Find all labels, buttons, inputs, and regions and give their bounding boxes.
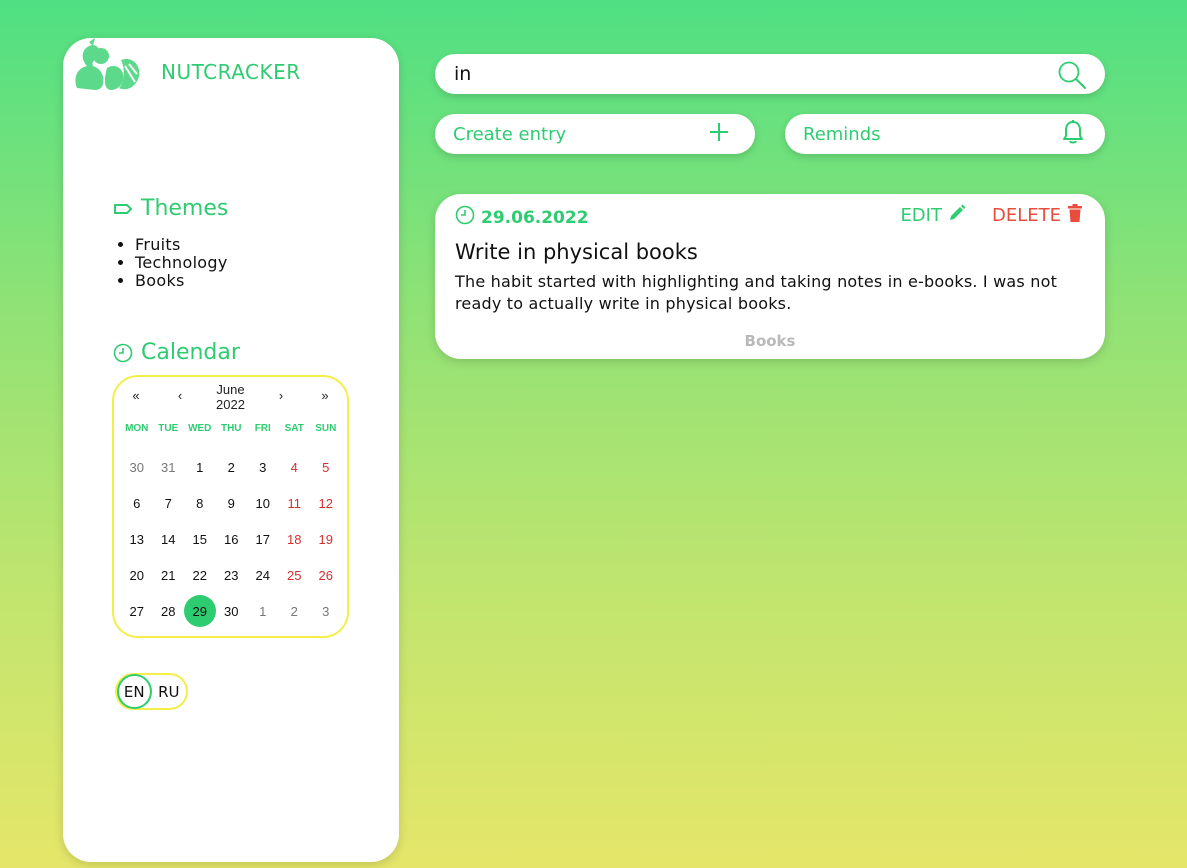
calendar-heading: Calendar bbox=[113, 340, 240, 365]
calendar-title: Calendar bbox=[141, 340, 240, 365]
calendar-day[interactable]: 3 bbox=[310, 593, 342, 629]
prev-year-button[interactable]: « bbox=[128, 388, 144, 403]
themes-title: Themes bbox=[141, 196, 229, 221]
calendar-day[interactable]: 20 bbox=[121, 557, 153, 593]
create-entry-button[interactable]: Create entry bbox=[435, 114, 755, 154]
calendar-day[interactable]: 24 bbox=[247, 557, 279, 593]
calendar-day[interactable]: 2 bbox=[279, 593, 311, 629]
language-en-button[interactable]: EN bbox=[117, 674, 152, 709]
calendar-day[interactable]: 30 bbox=[121, 449, 153, 485]
prev-month-button[interactable]: ‹ bbox=[172, 388, 188, 403]
month-label[interactable]: June 2022 bbox=[192, 382, 269, 412]
edit-button[interactable]: EDIT bbox=[900, 204, 966, 227]
calendar-navigation: « ‹ June 2022 › » bbox=[114, 382, 347, 414]
calendar-day[interactable]: 2 bbox=[216, 449, 248, 485]
calendar-day[interactable]: 1 bbox=[184, 449, 216, 485]
theme-item-books[interactable]: Books bbox=[135, 272, 228, 290]
create-entry-label: Create entry bbox=[453, 123, 567, 145]
calendar-day[interactable]: 12 bbox=[310, 485, 342, 521]
clock-icon bbox=[113, 343, 133, 363]
weekday-header: MON TUE WED THU FRI SAT SUN bbox=[121, 423, 342, 434]
calendar-day[interactable]: 15 bbox=[184, 521, 216, 557]
calendar-day[interactable]: 26 bbox=[310, 557, 342, 593]
edit-label: EDIT bbox=[900, 205, 942, 226]
calendar-day[interactable]: 6 bbox=[121, 485, 153, 521]
entry-date: 29.06.2022 bbox=[455, 205, 589, 230]
calendar-day[interactable]: 23 bbox=[216, 557, 248, 593]
calendar-day[interactable]: 14 bbox=[153, 521, 185, 557]
weekday-label: THU bbox=[220, 423, 242, 434]
calendar-day[interactable]: 16 bbox=[216, 521, 248, 557]
language-switcher: EN RU bbox=[115, 673, 188, 710]
theme-item-fruits[interactable]: Fruits bbox=[135, 236, 228, 254]
calendar-day[interactable]: 31 bbox=[153, 449, 185, 485]
entry-date-text: 29.06.2022 bbox=[481, 207, 589, 228]
calendar-day[interactable]: 18 bbox=[279, 521, 311, 557]
calendar-day[interactable]: 10 bbox=[247, 485, 279, 521]
weekday-label: TUE bbox=[158, 423, 179, 434]
entry-title[interactable]: Write in physical books bbox=[455, 240, 698, 264]
reminds-button[interactable]: Reminds bbox=[785, 114, 1105, 154]
calendar-day[interactable]: 13 bbox=[121, 521, 153, 557]
calendar-day[interactable]: 21 bbox=[153, 557, 185, 593]
weekday-label: SAT bbox=[284, 423, 304, 434]
calendar-day[interactable]: 1 bbox=[247, 593, 279, 629]
trash-icon bbox=[1067, 204, 1083, 227]
search-bar bbox=[435, 54, 1105, 94]
calendar-days-grid: 30 31 1 2 3 4 5 6 7 8 9 10 11 12 13 14 1… bbox=[121, 449, 342, 629]
calendar-day[interactable]: 7 bbox=[153, 485, 185, 521]
reminds-label: Reminds bbox=[803, 123, 881, 145]
brand-name[interactable]: NUTCRACKER bbox=[161, 60, 301, 84]
calendar-day[interactable]: 17 bbox=[247, 521, 279, 557]
calendar-widget: « ‹ June 2022 › » MON TUE WED THU FRI SA… bbox=[112, 375, 349, 638]
language-ru-button[interactable]: RU bbox=[152, 674, 186, 709]
calendar-day-selected[interactable]: 29 bbox=[184, 593, 216, 629]
calendar-day[interactable]: 19 bbox=[310, 521, 342, 557]
themes-heading: Themes bbox=[113, 196, 228, 221]
weekday-label: WED bbox=[188, 423, 212, 434]
plus-icon bbox=[709, 122, 729, 147]
entry-theme-tag[interactable]: Books bbox=[435, 332, 1105, 350]
calendar-day[interactable]: 11 bbox=[279, 485, 311, 521]
search-icon[interactable] bbox=[1057, 60, 1087, 90]
month-name: June bbox=[216, 382, 245, 397]
year-label: 2022 bbox=[216, 397, 245, 412]
calendar-day[interactable]: 28 bbox=[153, 593, 185, 629]
weekday-label: MON bbox=[125, 423, 149, 434]
entry-text: The habit started with highlighting and … bbox=[455, 272, 1058, 313]
calendar-day[interactable]: 4 bbox=[279, 449, 311, 485]
search-input[interactable] bbox=[454, 63, 1034, 85]
calendar-day[interactable]: 8 bbox=[184, 485, 216, 521]
next-year-button[interactable]: » bbox=[317, 388, 333, 403]
entry-card: 29.06.2022 EDIT DELETE Write in physical… bbox=[435, 194, 1105, 359]
calendar-day[interactable]: 27 bbox=[121, 593, 153, 629]
weekday-label: FRI bbox=[254, 423, 271, 434]
delete-button[interactable]: DELETE bbox=[992, 204, 1083, 227]
delete-label: DELETE bbox=[991, 205, 1061, 226]
calendar-day[interactable]: 22 bbox=[184, 557, 216, 593]
calendar-day[interactable]: 3 bbox=[247, 449, 279, 485]
weekday-label: SUN bbox=[315, 423, 337, 434]
bell-icon bbox=[1061, 119, 1085, 150]
tag-icon bbox=[113, 199, 133, 219]
entry-actions: EDIT DELETE bbox=[900, 204, 1083, 227]
themes-list: Fruits Technology Books bbox=[135, 236, 228, 290]
pencil-icon bbox=[948, 204, 966, 227]
next-month-button[interactable]: › bbox=[273, 388, 289, 403]
squirrel-icon[interactable] bbox=[69, 38, 145, 94]
clock-icon bbox=[455, 205, 475, 230]
calendar-day[interactable]: 30 bbox=[216, 593, 248, 629]
calendar-day[interactable]: 5 bbox=[310, 449, 342, 485]
calendar-day[interactable]: 25 bbox=[279, 557, 311, 593]
sidebar: NUTCRACKER Themes Fruits Technology Book… bbox=[63, 38, 399, 862]
calendar-day[interactable]: 9 bbox=[216, 485, 248, 521]
theme-item-technology[interactable]: Technology bbox=[135, 254, 228, 272]
